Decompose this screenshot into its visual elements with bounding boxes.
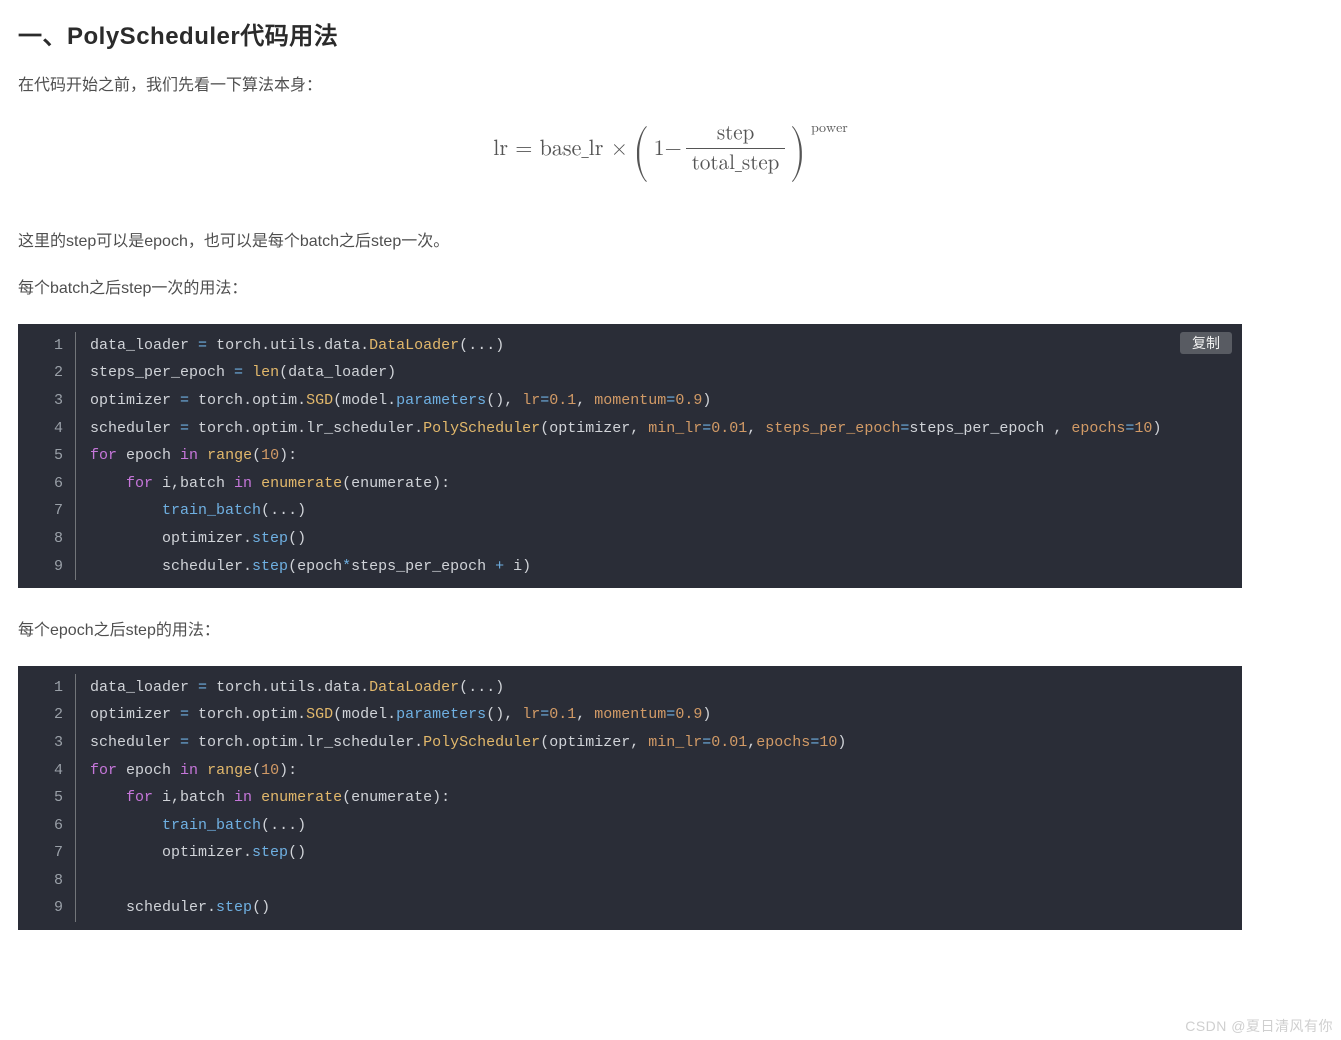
code-content: data_loader = torch.utils.data.DataLoade… (90, 332, 1228, 580)
note-step-explain: 这里的step可以是epoch，也可以是每个batch之后step一次。 (18, 229, 1323, 255)
watermark-text: CSDN @夏日清风有你 (1185, 1016, 1333, 1036)
code-scroll-area[interactable]: data_loader = torch.utils.data.DataLoade… (76, 332, 1242, 580)
line-number-gutter: 123456789 (18, 674, 76, 922)
note-epoch-usage: 每个epoch之后step的用法： (18, 618, 1323, 644)
code-block-epoch: 123456789 data_loader = torch.utils.data… (18, 666, 1242, 930)
line-number-gutter: 123456789 (18, 332, 76, 580)
paren-open-icon: ( (633, 123, 649, 179)
section-heading: 一、PolyScheduler代码用法 (18, 16, 1323, 51)
code-scroll-area[interactable]: data_loader = torch.utils.data.DataLoade… (76, 674, 1242, 922)
formula-lhs: lr = base_lr × (493, 138, 630, 160)
formula-one-minus: 1− (654, 138, 682, 160)
paren-close-icon: ) (790, 123, 806, 179)
note-batch-usage: 每个batch之后step一次的用法： (18, 276, 1323, 302)
code-block-batch: 复制 123456789 data_loader = torch.utils.d… (18, 324, 1242, 588)
intro-paragraph: 在代码开始之前，我们先看一下算法本身： (18, 73, 1323, 99)
copy-button[interactable]: 复制 (1180, 332, 1232, 354)
formula-exponent: power (811, 121, 848, 135)
formula-numerator: step (711, 123, 760, 148)
code-content: data_loader = torch.utils.data.DataLoade… (90, 674, 1228, 922)
formula-denominator: total_step (686, 149, 786, 174)
formula-block: lr = base_lr × ( 1− step total_step ) po… (18, 121, 1323, 177)
formula-fraction: step total_step (686, 123, 786, 174)
